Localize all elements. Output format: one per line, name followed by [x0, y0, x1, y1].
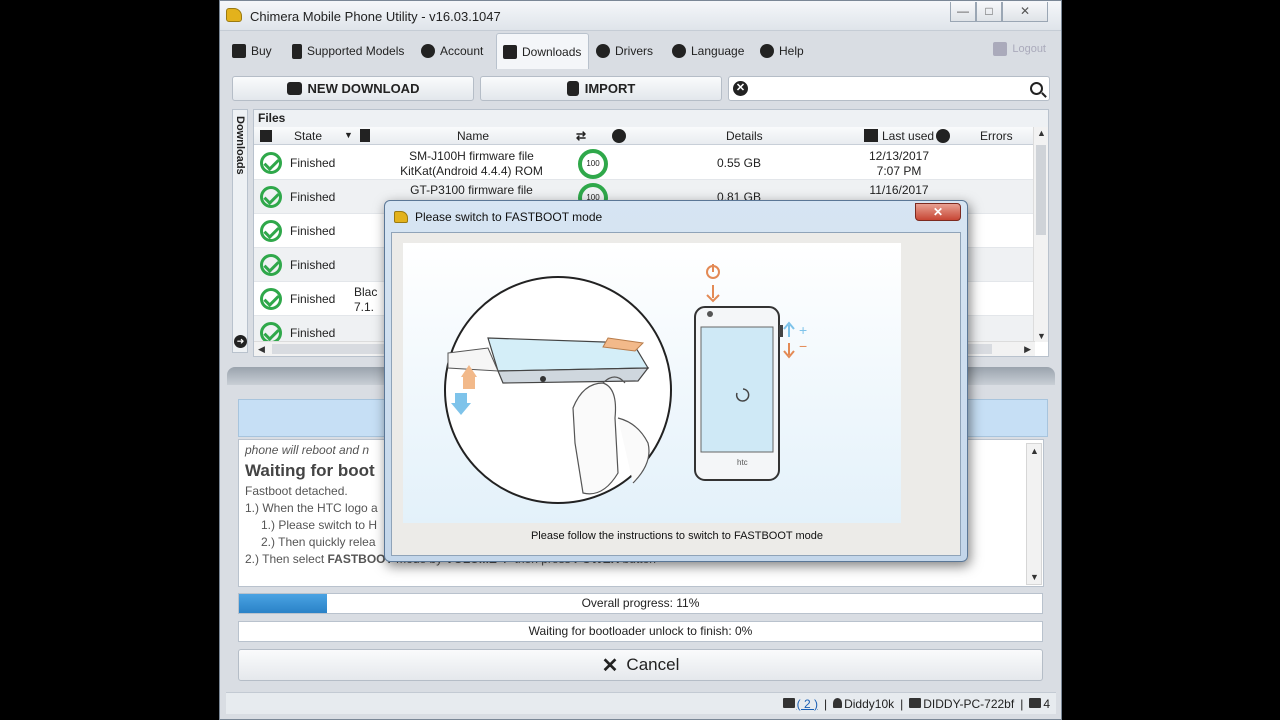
- messages[interactable]: ( 2 ): [782, 697, 818, 711]
- dialog-message: Please follow the instructions to switch…: [530, 530, 824, 542]
- new-download-button[interactable]: NEW DOWNLOAD: [232, 76, 474, 101]
- maximize-button[interactable]: □: [976, 2, 1002, 22]
- table-column-headers: State ▼ Name ⇄ Details Last used Errors: [254, 127, 1034, 145]
- main-menu: Buy Supported Models Account Downloads D…: [226, 33, 1056, 69]
- table-vertical-scrollbar[interactable]: ▲ ▼: [1033, 127, 1048, 342]
- import-button[interactable]: IMPORT: [480, 76, 722, 101]
- user-icon: [833, 697, 843, 708]
- menu-buy[interactable]: Buy: [226, 33, 278, 69]
- unlock-progress-bar: Waiting for bootloader unlock to finish:…: [238, 621, 1043, 642]
- app-logo-icon: [226, 8, 242, 22]
- dialog-title: Please switch to FASTBOOT mode: [415, 210, 603, 224]
- mail-icon: [782, 697, 795, 708]
- dialog-body: htc + − Please follow the instructions t…: [391, 232, 961, 556]
- window-title: Chimera Mobile Phone Utility - v16.03.10…: [250, 9, 501, 24]
- scroll-down-icon[interactable]: ▼: [1037, 331, 1046, 341]
- minimize-button[interactable]: —: [950, 2, 976, 22]
- progress-ring: 100: [578, 149, 608, 179]
- menu-help[interactable]: Help: [754, 33, 810, 69]
- col-name[interactable]: Name: [457, 129, 489, 143]
- scroll-down-icon[interactable]: ▼: [1030, 572, 1039, 582]
- finished-check-icon: [260, 186, 282, 208]
- search-box: ✕: [728, 76, 1050, 101]
- cart-icon: [232, 44, 246, 58]
- tag-icon: [1029, 697, 1042, 708]
- transfer-icon: ⇄: [576, 129, 587, 143]
- last-used: 12/13/2017 7:07 PM: [868, 149, 930, 178]
- cloud-download-icon: [286, 82, 302, 95]
- logout-button[interactable]: Logout: [993, 42, 1046, 56]
- scroll-right-icon[interactable]: ▶: [1024, 344, 1031, 355]
- menu-drivers[interactable]: Drivers: [590, 33, 659, 69]
- table-row[interactable]: Finished SM-J100H firmware file KitKat(An…: [254, 146, 1034, 180]
- file-icon: [360, 129, 370, 142]
- file-size: 0.55 GB: [716, 156, 762, 170]
- download-column-icon: [260, 130, 272, 142]
- col-state[interactable]: State: [294, 129, 322, 143]
- file-name: SM-J100H firmware file KitKat(Android 4.4…: [400, 149, 543, 178]
- fastboot-illustration: htc + −: [403, 243, 901, 523]
- col-errors[interactable]: Errors: [980, 129, 1013, 143]
- finished-check-icon: [260, 220, 282, 242]
- logout-icon: [993, 42, 1008, 56]
- menu-supported-models[interactable]: Supported Models: [286, 33, 410, 69]
- overall-progress-bar: Overall progress: 11%: [238, 593, 1043, 614]
- pc-name: DIDDY-PC-722bf: [909, 697, 1014, 711]
- close-icon: ✕: [601, 654, 619, 677]
- settings-icon[interactable]: [936, 129, 950, 143]
- finished-check-icon: [260, 288, 282, 310]
- last-used: 11/16/2017: [869, 183, 929, 197]
- scroll-up-icon[interactable]: ▲: [1037, 128, 1046, 138]
- info-icon: [612, 129, 626, 143]
- downloads-side-tab[interactable]: Downloads ➜: [232, 109, 248, 353]
- question-icon: [760, 44, 774, 58]
- calendar-icon: [864, 129, 878, 142]
- col-details[interactable]: Details: [726, 129, 763, 143]
- file-name: GT-P3100 firmware file: [410, 183, 533, 197]
- menu-downloads[interactable]: Downloads: [496, 33, 589, 69]
- volume-up-label: +: [799, 322, 807, 338]
- close-window-button[interactable]: ✕: [1002, 2, 1048, 22]
- title-bar: Chimera Mobile Phone Utility - v16.03.10…: [220, 1, 1061, 31]
- dialog-close-button[interactable]: ✕: [915, 203, 961, 221]
- menu-account[interactable]: Account: [415, 33, 489, 69]
- fastboot-dialog: Please switch to FASTBOOT mode ✕ htc + −…: [384, 200, 968, 562]
- status-bar: ( 2 ) | Diddy10k | DIDDY-PC-722bf | 4: [226, 692, 1056, 714]
- sort-desc-icon[interactable]: ▼: [344, 130, 353, 140]
- app-logo-icon: [394, 211, 408, 223]
- finished-check-icon: [260, 152, 282, 174]
- globe-icon: [672, 44, 686, 58]
- gear-icon: [596, 44, 610, 58]
- scroll-left-icon[interactable]: ◀: [258, 344, 265, 355]
- user-icon: [421, 44, 435, 58]
- cancel-button[interactable]: ✕ Cancel: [238, 649, 1043, 681]
- clear-search-icon[interactable]: ✕: [733, 81, 748, 96]
- volume-down-label: −: [799, 338, 807, 354]
- username: Diddy10k: [833, 697, 894, 711]
- import-icon: [566, 81, 579, 96]
- scroll-thumb[interactable]: [1036, 145, 1046, 235]
- phone-icon: [292, 43, 302, 59]
- download-icon: [503, 44, 517, 59]
- col-last-used[interactable]: Last used: [882, 129, 934, 143]
- finished-check-icon: [260, 254, 282, 276]
- menu-language[interactable]: Language: [666, 33, 750, 69]
- search-icon[interactable]: [1030, 82, 1043, 95]
- log-scrollbar[interactable]: ▲ ▼: [1026, 443, 1042, 585]
- scroll-up-icon[interactable]: ▲: [1030, 446, 1039, 456]
- phone-brand: htc: [737, 458, 748, 467]
- fastboot-instructions-image: htc + −: [403, 243, 901, 523]
- files-header: Files: [254, 110, 1048, 127]
- search-input[interactable]: [753, 79, 1023, 98]
- computer-icon: [909, 697, 922, 708]
- license-count: 4: [1029, 697, 1050, 711]
- arrow-right-icon[interactable]: ➜: [234, 335, 247, 348]
